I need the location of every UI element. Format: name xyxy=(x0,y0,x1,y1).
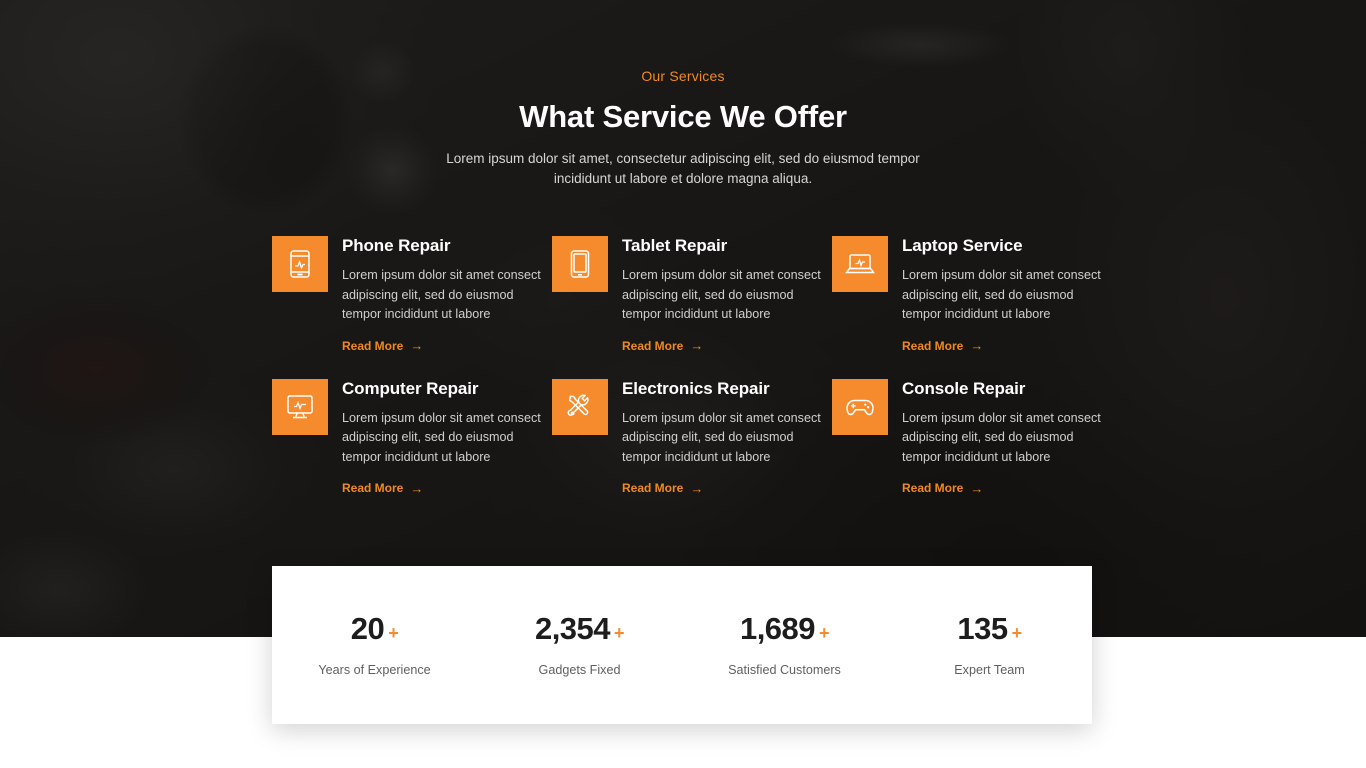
service-card-laptop-service[interactable]: Laptop Service Lorem ipsum dolor sit ame… xyxy=(832,236,1112,355)
tablet-icon xyxy=(552,236,608,292)
stat-label: Years of Experience xyxy=(318,663,431,677)
stat-plus-sign: + xyxy=(819,623,830,643)
stat-label: Gadgets Fixed xyxy=(538,663,621,677)
read-more-link[interactable]: Read More → xyxy=(902,481,983,495)
stat-number: 135 xyxy=(957,611,1008,646)
service-title: Phone Repair xyxy=(342,236,451,255)
stat-number: 20 xyxy=(350,611,385,646)
service-card-computer-repair[interactable]: Computer Repair Lorem ipsum dolor sit am… xyxy=(272,378,552,498)
service-description: Lorem ipsum dolor sit amet consect adipi… xyxy=(622,410,821,464)
stat-value-wrapper: 1,689 + xyxy=(739,611,830,650)
services-row-1: Phone Repair Lorem ipsum dolor sit amet … xyxy=(272,236,1101,355)
read-more-link[interactable]: Read More → xyxy=(622,481,703,495)
section-subtitle: Lorem ipsum dolor sit amet, consectetur … xyxy=(446,151,920,186)
services-hero-section: Our Services What Service We Offer Lorem… xyxy=(0,0,1366,637)
statistics-card: 20 + Years of Experience 2,354 + Gadgets… xyxy=(272,566,1092,724)
stat-plus-sign: + xyxy=(1011,623,1023,643)
stat-plus-sign: + xyxy=(614,623,625,643)
stat-number: 2,354 xyxy=(534,611,611,646)
read-more-link[interactable]: Read More → xyxy=(342,339,423,353)
laptop-icon xyxy=(832,236,888,292)
service-card-body: Tablet Repair Lorem ipsum dolor sit amet… xyxy=(622,236,832,355)
read-more-link[interactable]: Read More → xyxy=(902,339,983,353)
read-more-label: Read More xyxy=(902,481,964,495)
service-description: Lorem ipsum dolor sit amet consect adipi… xyxy=(622,268,821,321)
arrow-right-icon: → xyxy=(410,338,424,353)
service-title: Electronics Repair xyxy=(622,378,770,398)
hero-content: Our Services What Service We Offer Lorem… xyxy=(0,0,1366,637)
service-card-phone-repair[interactable]: Phone Repair Lorem ipsum dolor sit amet … xyxy=(272,236,552,355)
page-title: What Service We Offer xyxy=(519,99,847,134)
stat-label: Expert Team xyxy=(954,663,1025,677)
read-more-link[interactable]: Read More → xyxy=(622,339,703,353)
section-eyebrow: Our Services xyxy=(641,68,725,84)
stat-expert-team: 135 + Expert Team xyxy=(887,612,1092,678)
stat-years-of-experience: 20 + Years of Experience xyxy=(272,612,477,678)
service-card-electronics-repair[interactable]: Electronics Repair Lorem ipsum dolor sit… xyxy=(552,378,832,498)
service-title: Console Repair xyxy=(902,378,1026,398)
stat-label: Satisfied Customers xyxy=(728,663,841,677)
desktop-monitor-icon xyxy=(272,378,328,435)
service-card-body: Phone Repair Lorem ipsum dolor sit amet … xyxy=(342,236,552,355)
read-more-label: Read More xyxy=(342,338,404,353)
service-title: Laptop Service xyxy=(902,236,1023,255)
service-card-body: Electronics Repair Lorem ipsum dolor sit… xyxy=(622,379,832,498)
services-grid: Phone Repair Lorem ipsum dolor sit amet … xyxy=(272,236,1101,498)
arrow-right-icon: → xyxy=(690,480,704,496)
service-description: Lorem ipsum dolor sit amet consect adipi… xyxy=(342,268,541,321)
arrow-right-icon: → xyxy=(690,338,704,353)
service-card-tablet-repair[interactable]: Tablet Repair Lorem ipsum dolor sit amet… xyxy=(552,236,832,355)
arrow-right-icon: → xyxy=(970,480,984,496)
service-card-body: Console Repair Lorem ipsum dolor sit ame… xyxy=(902,379,1112,498)
service-description: Lorem ipsum dolor sit amet consect adipi… xyxy=(902,268,1101,321)
services-row-2: Computer Repair Lorem ipsum dolor sit am… xyxy=(272,378,1101,498)
read-more-label: Read More xyxy=(622,481,684,495)
service-card-body: Computer Repair Lorem ipsum dolor sit am… xyxy=(342,379,552,498)
service-card-body: Laptop Service Lorem ipsum dolor sit ame… xyxy=(902,236,1112,355)
stat-satisfied-customers: 1,689 + Satisfied Customers xyxy=(682,612,887,678)
service-title: Computer Repair xyxy=(342,378,479,398)
screwdriver-wrench-icon xyxy=(552,378,608,435)
read-more-label: Read More xyxy=(902,338,964,353)
service-card-console-repair[interactable]: Console Repair Lorem ipsum dolor sit ame… xyxy=(832,378,1112,498)
stat-value-wrapper: 20 + xyxy=(351,612,399,650)
read-more-label: Read More xyxy=(342,481,404,495)
service-description: Lorem ipsum dolor sit amet consect adipi… xyxy=(902,410,1101,464)
stat-number: 1,689 xyxy=(739,611,816,646)
read-more-link[interactable]: Read More → xyxy=(342,481,423,495)
stat-gadgets-fixed: 2,354 + Gadgets Fixed xyxy=(477,612,682,678)
gamepad-icon xyxy=(832,378,888,435)
service-title: Tablet Repair xyxy=(622,236,728,255)
smartphone-icon xyxy=(272,236,328,292)
service-description: Lorem ipsum dolor sit amet consect adipi… xyxy=(342,410,541,464)
stat-value-wrapper: 2,354 + xyxy=(534,611,625,650)
stat-plus-sign: + xyxy=(388,623,399,643)
read-more-label: Read More xyxy=(622,338,684,353)
arrow-right-icon: → xyxy=(410,480,424,496)
stat-value-wrapper: 135 + xyxy=(957,611,1023,650)
arrow-right-icon: → xyxy=(970,338,984,353)
